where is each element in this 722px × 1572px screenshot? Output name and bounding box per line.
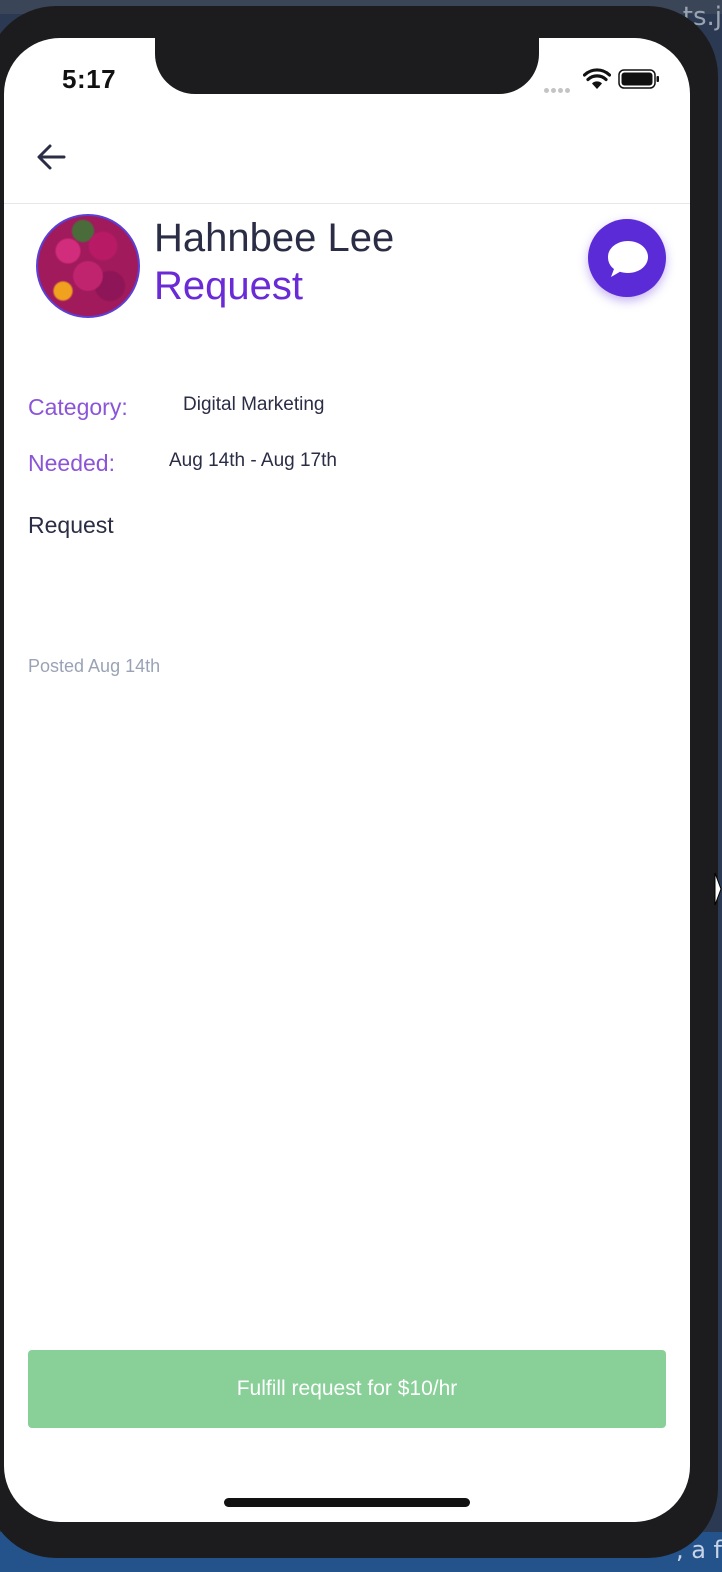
header-divider [4, 203, 690, 204]
chat-bubble-icon [608, 241, 648, 277]
request-heading: Request [28, 512, 114, 538]
home-indicator[interactable] [224, 1498, 470, 1507]
battery-icon [618, 69, 659, 89]
needed-value: Aug 14th - Aug 17th [169, 450, 337, 471]
fulfill-request-button[interactable]: Fulfill request for $10/hr [28, 1350, 666, 1428]
category-value: Digital Marketing [183, 394, 325, 415]
back-arrow-icon[interactable] [34, 140, 68, 174]
user-name: Hahnbee Lee [154, 216, 395, 260]
mouse-cursor-icon [714, 872, 722, 906]
page-title: Request [154, 264, 303, 308]
avatar [36, 214, 140, 318]
posted-date: Posted Aug 14th [28, 656, 161, 676]
status-time: 5:17 [62, 64, 117, 94]
cellular-signal-icon [544, 80, 572, 98]
chat-button[interactable] [588, 219, 666, 297]
phone-notch [155, 38, 539, 94]
category-label: Category: [28, 394, 128, 420]
wifi-icon [583, 68, 611, 89]
needed-label: Needed: [28, 450, 115, 476]
